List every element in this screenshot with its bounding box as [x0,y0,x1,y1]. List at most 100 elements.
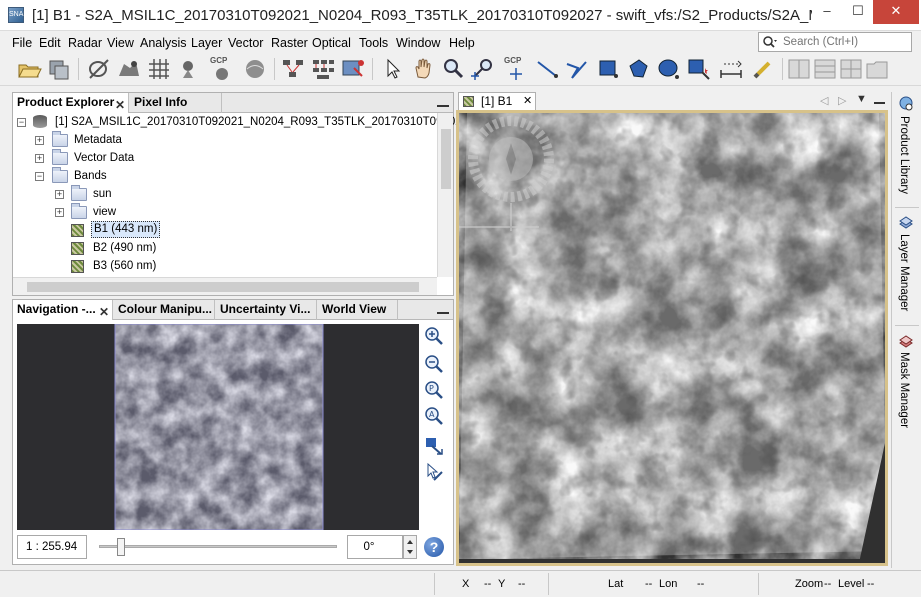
scroll-thumb[interactable] [441,129,451,189]
pin-manager-icon[interactable] [176,56,202,82]
menu-radar[interactable]: Radar [68,36,102,50]
measure-tool-icon[interactable] [750,56,776,82]
satellite-image-b1[interactable] [459,113,885,563]
tree-node-vector-data[interactable]: + Vector Data [35,149,335,167]
rectangle-drawing-tool-icon[interactable] [596,56,622,82]
tab-world-view[interactable]: World View [318,300,398,320]
polyline-drawing-tool-icon[interactable] [564,56,590,82]
tile-evenly-icon[interactable] [838,56,864,82]
tree-node-band-b2[interactable]: B2 (490 nm) [71,239,371,257]
menu-analysis[interactable]: Analysis [140,36,187,50]
zoom-out-icon[interactable] [424,354,444,374]
select-tool-icon[interactable] [380,56,406,82]
maximize-button[interactable]: ☐ [843,0,873,24]
gcp-tool-icon[interactable]: GCP [504,56,530,81]
minimize-panel-icon[interactable] [874,94,885,104]
tab-scroll-right-icon[interactable]: ▷ [838,94,846,107]
rotation-spinner[interactable] [403,535,417,559]
collapse-icon[interactable]: − [17,118,26,127]
minimize-panel-icon[interactable] [437,95,449,107]
line-drawing-tool-icon[interactable] [534,56,560,82]
product-overlay-icon[interactable] [116,56,142,82]
close-icon[interactable]: ✕ [115,96,125,113]
tab-image-b1[interactable]: [1] B1 ✕ [458,92,536,110]
pan-tool-icon[interactable] [410,56,436,82]
tree-node-product[interactable]: − [1] S2A_MSIL1C_20170310T092021_N0204_R… [17,113,468,131]
menu-view[interactable]: View [107,36,134,50]
navigation-overview-image[interactable] [17,323,419,531]
tab-colour-manipulation[interactable]: Colour Manipu... [114,300,215,320]
menu-window[interactable]: Window [396,36,440,50]
close-icon[interactable]: ✕ [523,93,532,110]
tab-list-dropdown-icon[interactable]: ▼ [856,93,867,105]
scale-field[interactable]: 1 : 255.94 [17,535,87,559]
image-canvas[interactable] [456,110,888,566]
batch-processing-icon[interactable] [310,56,336,82]
expand-icon[interactable]: + [35,154,44,163]
tab-navigation[interactable]: Navigation -... ✕ [13,300,113,320]
expand-icon[interactable]: + [55,190,64,199]
pin-placing-tool-icon[interactable] [470,56,496,82]
tab-scroll-left-icon[interactable]: ◁ [820,94,828,107]
tree-node-bands[interactable]: − Bands [35,167,335,185]
minimize-button[interactable]: – [812,0,842,24]
tree-node-sun[interactable]: + sun [55,185,355,203]
side-tab-product-library[interactable]: Product Library [898,116,910,194]
graph-builder-icon[interactable] [280,56,306,82]
collapse-icon[interactable]: − [35,172,44,181]
zoom-in-icon[interactable] [424,326,444,346]
menu-layer[interactable]: Layer [191,36,222,50]
menu-file[interactable]: File [12,36,32,50]
vertical-scrollbar[interactable] [437,113,453,277]
tile-horizontal-icon[interactable] [786,56,812,82]
zoom-slider-track[interactable] [99,545,337,548]
tile-vertical-icon[interactable] [812,56,838,82]
pin-hide-icon[interactable] [86,56,112,82]
tab-product-explorer[interactable]: Product Explorer ✕ [13,93,129,113]
save-product-icon[interactable] [46,56,72,82]
mask-manager-icon[interactable] [898,335,914,352]
tree-node-metadata[interactable]: + Metadata [35,131,335,149]
help-icon[interactable]: ? [424,537,444,557]
menu-edit[interactable]: Edit [39,36,61,50]
gcp-manager-icon[interactable]: GCP [210,56,236,81]
zoom-slider-knob[interactable] [117,538,125,556]
tab-pixel-info[interactable]: Pixel Info [130,93,222,113]
product-library-icon[interactable] [898,96,914,115]
zoom-all-icon[interactable]: A [424,406,444,426]
close-button[interactable]: ✕ [873,0,919,24]
tile-single-icon[interactable] [864,56,890,82]
menu-help[interactable]: Help [449,36,475,50]
search-box[interactable] [758,32,912,52]
minimize-panel-icon[interactable] [437,302,449,314]
menu-vector[interactable]: Vector [228,36,263,50]
tree-node-band-b1[interactable]: B1 (443 nm) [71,221,371,239]
close-icon[interactable]: ✕ [99,303,109,320]
search-input[interactable] [783,34,909,50]
expand-icon[interactable]: + [55,208,64,217]
horizontal-scrollbar[interactable] [13,277,437,295]
layer-manager-icon[interactable] [898,216,914,233]
pixel-extraction-icon[interactable] [340,56,366,82]
zoom-tool-icon[interactable] [440,56,466,82]
navigation-canvas[interactable] [17,323,419,531]
sync-views-icon[interactable] [424,436,444,456]
graticule-icon[interactable] [146,56,172,82]
polygon-drawing-tool-icon[interactable] [626,56,652,82]
sync-cursor-icon[interactable] [424,462,444,482]
side-tab-mask-manager[interactable]: Mask Manager [898,352,910,428]
range-finder-tool-icon[interactable] [718,56,744,82]
magic-wand-tool-icon[interactable] [686,56,712,82]
tree-node-view[interactable]: + view [55,203,355,221]
menu-optical[interactable]: Optical [312,36,351,50]
world-map-icon[interactable] [242,56,268,82]
tab-uncertainty-visualisation[interactable]: Uncertainty Vi... [216,300,317,320]
menu-tools[interactable]: Tools [359,36,388,50]
tree-node-band-b3[interactable]: B3 (560 nm) [71,257,371,275]
rotation-field[interactable]: 0° [347,535,403,559]
expand-icon[interactable]: + [35,136,44,145]
side-tab-layer-manager[interactable]: Layer Manager [898,234,910,311]
menu-raster[interactable]: Raster [271,36,308,50]
scroll-thumb[interactable] [27,282,419,292]
ellipse-drawing-tool-icon[interactable] [656,56,682,82]
